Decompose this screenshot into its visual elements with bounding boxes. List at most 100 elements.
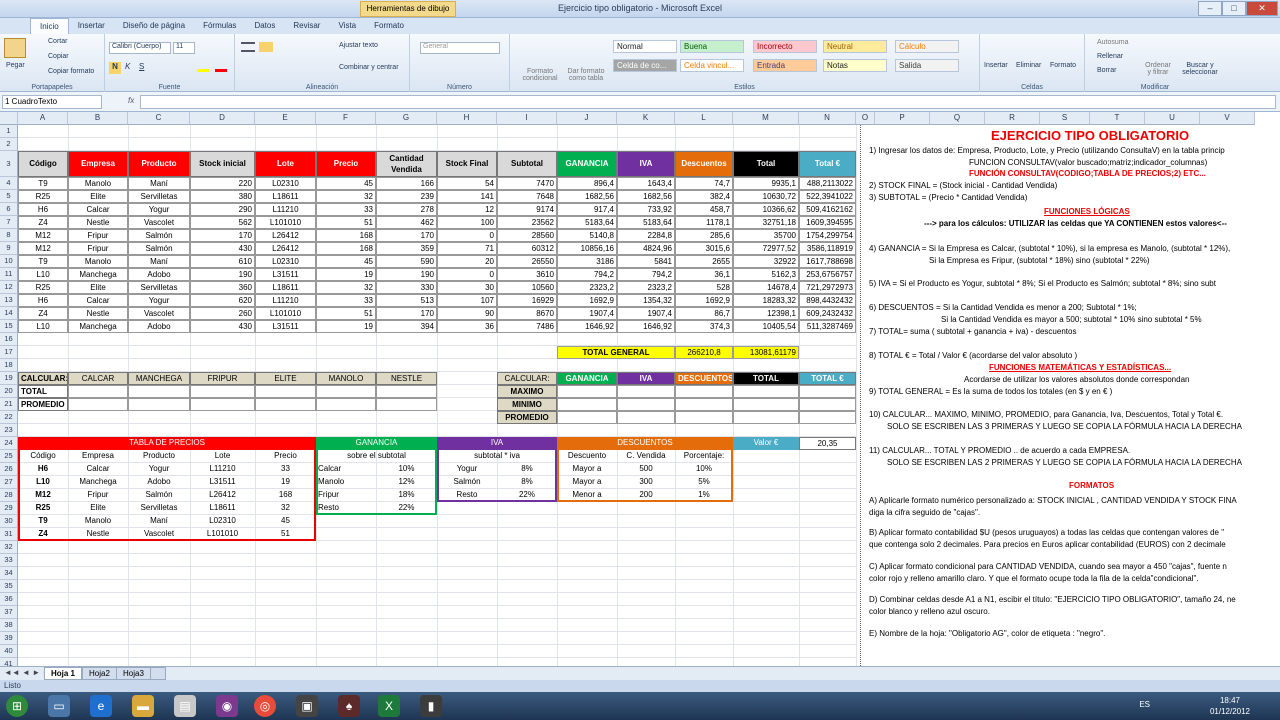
ribbon-tab-0[interactable]: Inicio (30, 18, 69, 34)
table-cell[interactable]: 3586,118919 (799, 242, 856, 255)
table-cell[interactable]: 33 (316, 203, 376, 216)
calc-col-header[interactable]: MANCHEGA (128, 372, 190, 385)
column-header[interactable]: O (856, 112, 875, 125)
table-cell[interactable]: 18283,32 (733, 294, 799, 307)
table-cell[interactable]: Nestle (68, 216, 128, 229)
table-cell[interactable]: 32922 (733, 255, 799, 268)
calc2-cell[interactable] (733, 398, 799, 411)
valor-euro-value[interactable]: 20,35 (799, 437, 856, 450)
row-header[interactable]: 18 (0, 359, 18, 372)
table-cell[interactable]: 382,4 (675, 190, 733, 203)
table-cell[interactable]: 239 (376, 190, 437, 203)
row-header[interactable]: 39 (0, 632, 18, 645)
row-header[interactable]: 15 (0, 320, 18, 333)
table-cell[interactable]: 141 (437, 190, 497, 203)
table-cell[interactable]: 1682,56 (557, 190, 617, 203)
table-cell[interactable]: L26412 (255, 242, 316, 255)
table-cell[interactable]: Calcar (68, 203, 128, 216)
table-cell[interactable]: Nestle (68, 307, 128, 320)
table-cell[interactable]: 220 (190, 177, 255, 190)
table-cell[interactable]: 32 (316, 281, 376, 294)
table-cell[interactable]: Maní (128, 177, 190, 190)
table-cell[interactable]: 12398,1 (733, 307, 799, 320)
row-header[interactable]: 13 (0, 294, 18, 307)
row-header[interactable]: 3 (0, 151, 18, 177)
minimize-button[interactable]: – (1198, 1, 1222, 16)
fill-color-icon[interactable] (197, 64, 209, 72)
table-cell[interactable]: 509,4162162 (799, 203, 856, 216)
table-cell[interactable]: 10630,72 (733, 190, 799, 203)
table-cell[interactable]: 36,1 (675, 268, 733, 281)
table-cell[interactable]: 36 (437, 320, 497, 333)
copy-button[interactable]: Copiar (48, 53, 69, 60)
total-general-value[interactable]: 266210,8 (675, 346, 733, 359)
table-cell[interactable]: 794,2 (557, 268, 617, 281)
table-cell[interactable]: M12 (18, 242, 68, 255)
table-cell[interactable]: L31511 (255, 320, 316, 333)
table-cell[interactable]: 330 (376, 281, 437, 294)
style-bad[interactable]: Incorrecto (753, 40, 817, 53)
calc2-cell[interactable] (799, 385, 856, 398)
table-cell[interactable]: 285,6 (675, 229, 733, 242)
table-cell[interactable]: 35700 (733, 229, 799, 242)
column-header[interactable]: D (190, 112, 255, 125)
style-good[interactable]: Buena (680, 40, 744, 53)
calc2-cell[interactable] (799, 411, 856, 424)
font-name-select[interactable]: Calibri (Cuerpo) (109, 42, 171, 54)
table-cell[interactable]: Elite (68, 281, 128, 294)
table-cell[interactable]: 7648 (497, 190, 557, 203)
number-format-select[interactable]: General (420, 42, 500, 54)
calc-label[interactable]: CALCULAR: (18, 372, 68, 385)
column-header[interactable]: P (875, 112, 930, 125)
column-header[interactable]: C (128, 112, 190, 125)
column-header[interactable]: M (733, 112, 799, 125)
table-cell[interactable]: T9 (18, 255, 68, 268)
formula-input[interactable] (140, 95, 1276, 109)
table-cell[interactable]: 74,7 (675, 177, 733, 190)
row-header[interactable]: 10 (0, 255, 18, 268)
table-cell[interactable]: 170 (190, 229, 255, 242)
table-cell[interactable]: 170 (376, 307, 437, 320)
table-cell[interactable]: L101010 (255, 216, 316, 229)
table-cell[interactable]: 9935,1 (733, 177, 799, 190)
table-cell[interactable]: 5841 (617, 255, 675, 268)
table-cell[interactable]: 16929 (497, 294, 557, 307)
row-header[interactable]: 40 (0, 645, 18, 658)
table-cell[interactable]: Z4 (18, 216, 68, 229)
column-header[interactable]: S (1040, 112, 1090, 125)
table-cell[interactable]: 19 (316, 320, 376, 333)
table-cell[interactable]: 1907,4 (557, 307, 617, 320)
table-cell[interactable]: 166 (376, 177, 437, 190)
table-cell[interactable]: L26412 (255, 229, 316, 242)
table-cell[interactable]: 609,2432432 (799, 307, 856, 320)
table-cell[interactable]: 20 (437, 255, 497, 268)
table-cell[interactable]: 1646,92 (617, 320, 675, 333)
fx-icon[interactable]: fx (128, 96, 134, 105)
sort-filter-button[interactable]: Ordenar y filtrar (1143, 62, 1173, 76)
desktop-icon[interactable]: ▭ (48, 695, 70, 717)
style-check-cell[interactable]: Celda de co... (613, 59, 677, 72)
calc2-cell[interactable] (799, 398, 856, 411)
table-cell[interactable]: 19 (316, 268, 376, 281)
calc-cell[interactable] (128, 398, 190, 411)
table-cell[interactable]: 7486 (497, 320, 557, 333)
table-header[interactable]: Lote (255, 151, 316, 177)
table-cell[interactable]: 5162,3 (733, 268, 799, 281)
table-cell[interactable]: 522,3941022 (799, 190, 856, 203)
row-header[interactable]: 28 (0, 489, 18, 502)
table-cell[interactable]: 190 (190, 268, 255, 281)
table-cell[interactable]: 2655 (675, 255, 733, 268)
row-header[interactable]: 17 (0, 346, 18, 359)
table-cell[interactable]: 54 (437, 177, 497, 190)
table-cell[interactable]: 2284,8 (617, 229, 675, 242)
table-header[interactable]: Empresa (68, 151, 128, 177)
align-middle-icon[interactable] (259, 42, 273, 52)
row-header[interactable]: 27 (0, 476, 18, 489)
table-cell[interactable]: 260 (190, 307, 255, 320)
table-cell[interactable]: 51 (316, 216, 376, 229)
table-cell[interactable]: 86,7 (675, 307, 733, 320)
table-cell[interactable]: 1178,1 (675, 216, 733, 229)
row-header[interactable]: 21 (0, 398, 18, 411)
style-input[interactable]: Entrada (753, 59, 817, 72)
column-header[interactable]: G (376, 112, 437, 125)
